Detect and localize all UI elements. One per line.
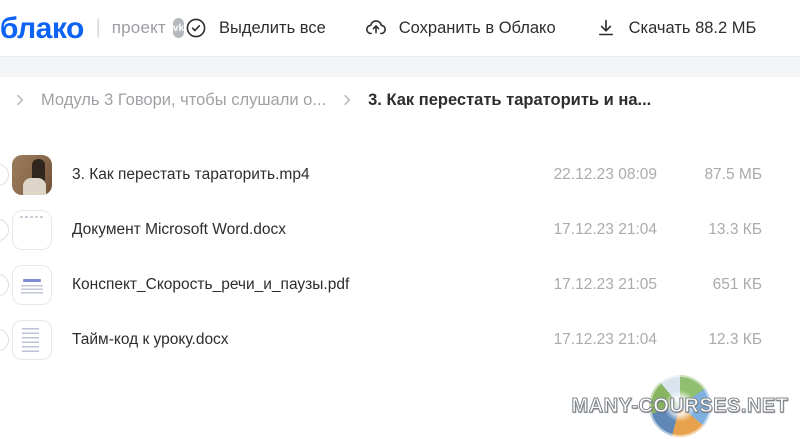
header-shadow-strip [0, 57, 800, 77]
select-all-button[interactable]: Выделить все [184, 16, 326, 40]
file-size: 87.5 МБ [657, 166, 762, 184]
row-checkbox[interactable] [0, 219, 9, 241]
file-date: 17.12.23 21:04 [507, 331, 657, 349]
save-to-cloud-button[interactable]: Сохранить в Облако [364, 16, 556, 40]
file-row[interactable]: Тайм-код к уроку.docx 17.12.23 21:04 12.… [0, 312, 800, 367]
chevron-right-icon [339, 92, 355, 108]
download-icon [594, 16, 618, 40]
watermark-text: MANY-COURSES.NET [572, 395, 789, 418]
cloud-upload-icon [364, 16, 388, 40]
file-name[interactable]: Конспект_Скорость_речи_и_паузы.pdf [72, 276, 507, 294]
file-date: 17.12.23 21:04 [507, 221, 657, 239]
breadcrumb: Модуль 3 Говори, чтобы слушали о... 3. К… [0, 77, 800, 111]
download-label: Скачать 88.2 МБ [629, 19, 757, 38]
file-thumbnail [12, 265, 52, 305]
file-thumbnail [12, 155, 52, 195]
cloud-logo[interactable]: облако [0, 0, 84, 57]
file-name[interactable]: 3. Как перестать тараторить.mp4 [72, 166, 507, 184]
file-row[interactable]: Конспект_Скорость_речи_и_паузы.pdf 17.12… [0, 257, 800, 312]
row-checkbox[interactable] [0, 164, 9, 186]
logo-divider: | [96, 17, 101, 39]
file-name[interactable]: Тайм-код к уроку.docx [72, 331, 507, 349]
top-toolbar: облако | проект vk Выделить все Сохранит… [0, 0, 800, 57]
row-checkbox[interactable] [0, 274, 9, 296]
file-date: 22.12.23 08:09 [507, 166, 657, 184]
file-list: 3. Как перестать тараторить.mp4 22.12.23… [0, 147, 800, 367]
row-checkbox[interactable] [0, 329, 9, 351]
toolbar-actions: Выделить все Сохранить в Облако Скачать … [184, 16, 756, 40]
select-all-label: Выделить все [219, 19, 326, 38]
check-circle-icon [184, 16, 208, 40]
file-date: 17.12.23 21:05 [507, 276, 657, 294]
file-thumbnail [12, 320, 52, 360]
download-button[interactable]: Скачать 88.2 МБ [594, 16, 757, 40]
file-size: 12.3 КБ [657, 331, 762, 349]
project-label: проект [112, 18, 166, 38]
breadcrumb-item-module[interactable]: Модуль 3 Говори, чтобы слушали о... [41, 91, 326, 110]
breadcrumb-item-current: 3. Как перестать тараторить и на... [368, 91, 651, 110]
globe-logo-icon [649, 375, 711, 437]
save-to-cloud-label: Сохранить в Облако [399, 19, 556, 38]
file-size: 651 КБ [657, 276, 762, 294]
file-thumbnail [12, 210, 52, 250]
chevron-right-icon [12, 92, 28, 108]
file-name[interactable]: Документ Microsoft Word.docx [72, 221, 507, 239]
file-size: 13.3 КБ [657, 221, 762, 239]
watermark: MANY-COURSES.NET [568, 373, 792, 439]
vk-logo-icon: vk [173, 18, 184, 38]
file-row[interactable]: 3. Как перестать тараторить.mp4 22.12.23… [0, 147, 800, 202]
file-row[interactable]: Документ Microsoft Word.docx 17.12.23 21… [0, 202, 800, 257]
